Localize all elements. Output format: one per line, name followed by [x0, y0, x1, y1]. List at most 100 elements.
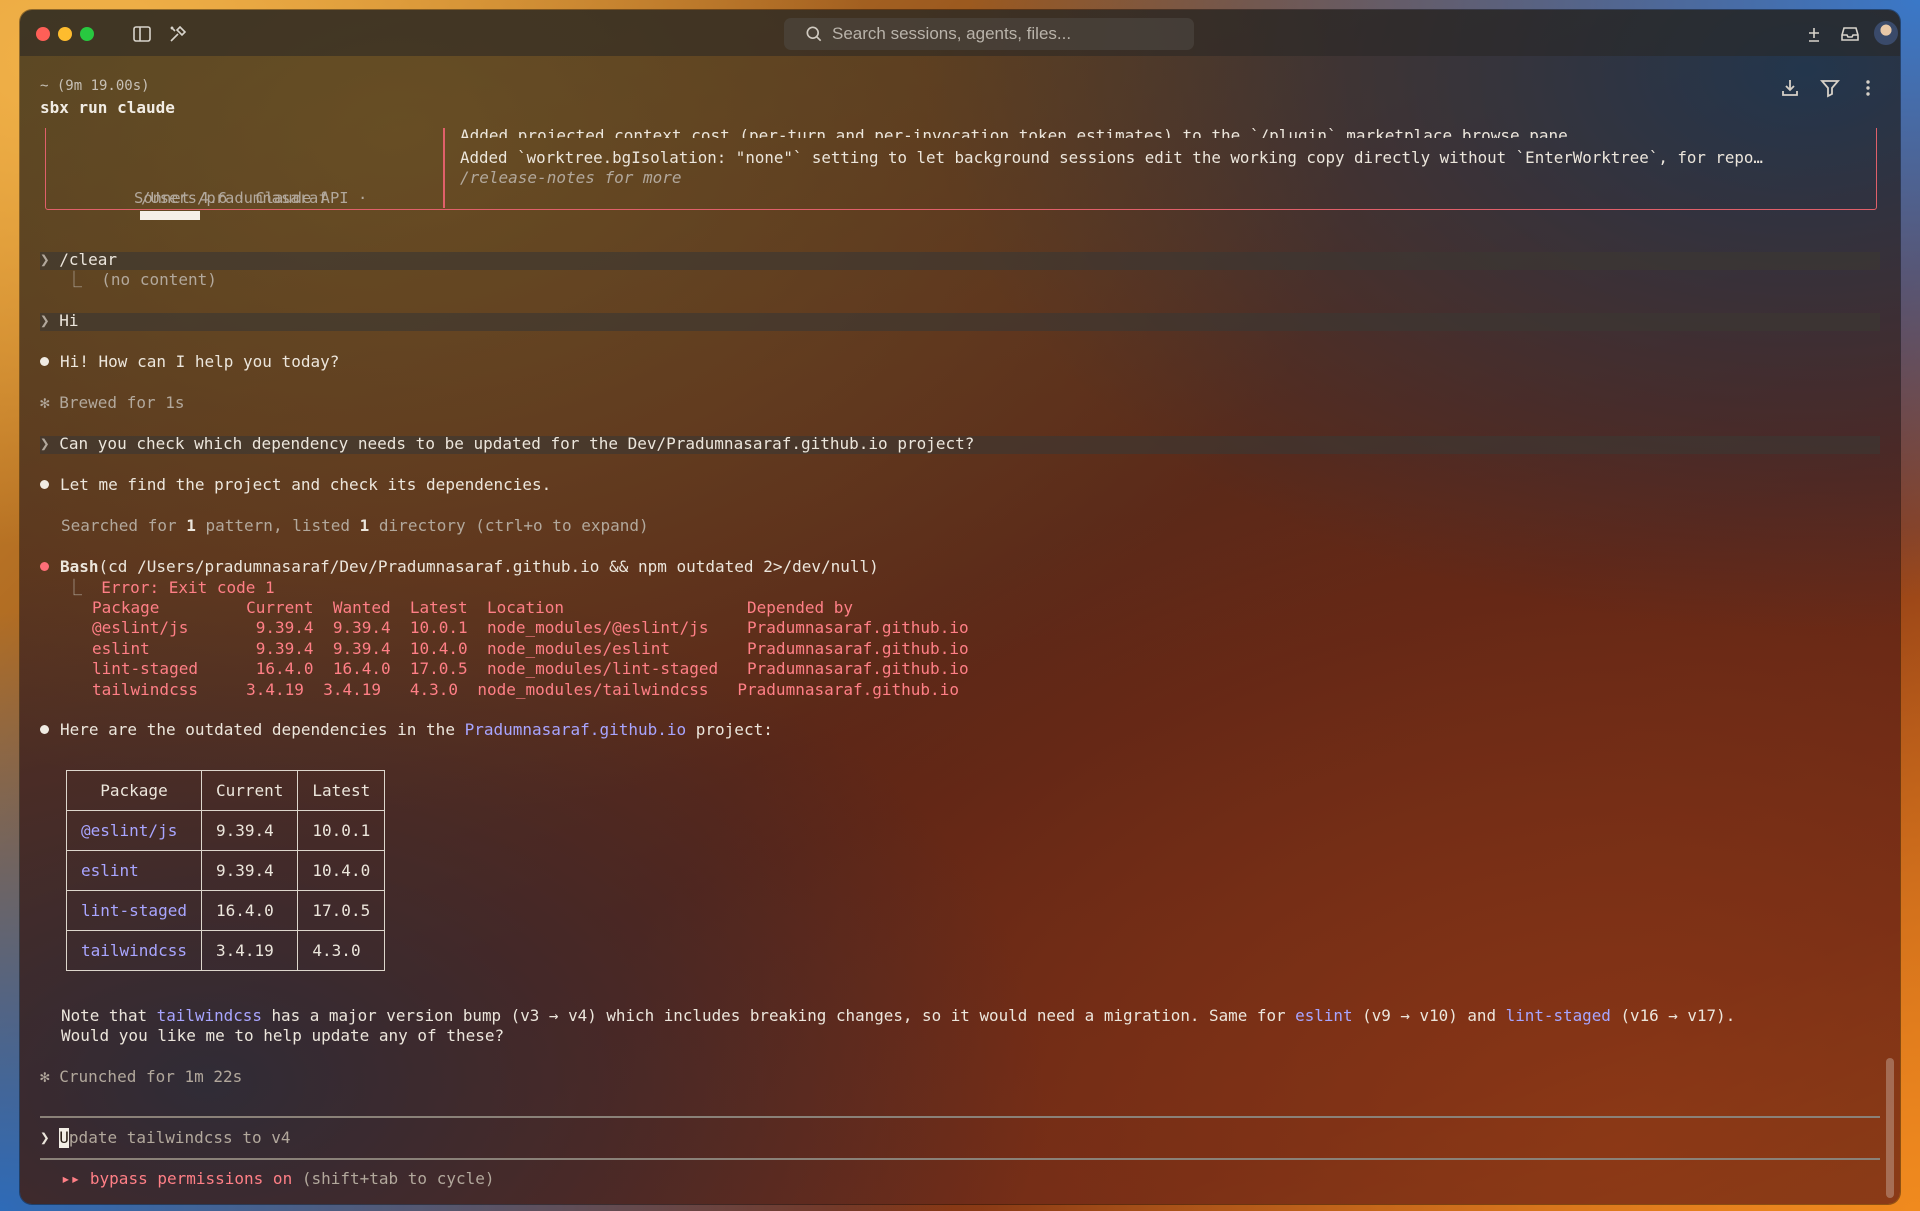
input-text: pdate tailwindcss to v4 — [68, 1128, 291, 1147]
mode-hint: (shift+tab to cycle) — [292, 1169, 495, 1188]
column-header: Current — [200, 770, 299, 811]
minimize-window-button[interactable] — [58, 27, 72, 41]
sidebar-toggle-icon[interactable] — [130, 22, 154, 46]
search-placeholder: Search sessions, agents, files... — [832, 24, 1072, 43]
latest-version-cell: 10.4.0 — [297, 850, 386, 891]
package-cell: tailwindcss — [66, 930, 202, 971]
assistant-message: Let me find the project and check its de… — [40, 475, 551, 495]
search-icon — [806, 26, 822, 42]
current-version-cell: 3.4.19 — [200, 930, 299, 971]
note-text: Note that — [61, 1006, 157, 1025]
release-note-worktree: Added `worktree.bgIsolation: "none"` set… — [460, 148, 1763, 167]
redacted-text — [140, 211, 200, 220]
table-row: @eslint/js 9.39.4 10.0.1 — [66, 810, 386, 851]
note-text: has a major version bump (v3 → v4) which… — [261, 1006, 1296, 1025]
close-window-button[interactable] — [36, 27, 50, 41]
user-prompt-bar — [40, 313, 1880, 331]
more-menu-icon[interactable] — [1856, 76, 1880, 100]
bullet-icon — [40, 725, 49, 734]
npm-output-row: lint-staged 16.4.0 16.4.0 17.0.5 node_mo… — [92, 659, 969, 678]
column-header: Latest — [297, 770, 386, 811]
migration-note: Note that tailwindcss has a major versio… — [61, 1006, 1735, 1026]
user-prompt-bar — [40, 252, 1880, 270]
table-header-row: Package Current Latest — [66, 770, 386, 811]
followup-question: Would you like me to help update any of … — [61, 1026, 505, 1045]
summary-part: Searched for — [61, 516, 187, 535]
scrollbar[interactable] — [1886, 1058, 1894, 1198]
latest-version-cell: 10.0.1 — [297, 810, 386, 851]
note-text: (v9 → v10) and — [1352, 1006, 1506, 1025]
current-version-cell: 9.39.4 — [200, 810, 299, 851]
table-row: lint-staged 16.4.0 17.0.5 — [66, 890, 386, 931]
filter-icon[interactable] — [1818, 76, 1842, 100]
package-link[interactable]: eslint — [1295, 1006, 1352, 1025]
assistant-text: Here are the outdated dependencies in th… — [60, 720, 465, 739]
prompt-result-text: (no content) — [101, 270, 217, 289]
title-bar: Search sessions, agents, files... — [20, 10, 1900, 56]
package-link[interactable]: tailwindcss — [157, 1006, 262, 1025]
session-path: ~ (9m 19.00s) — [40, 78, 150, 94]
bash-tool-call[interactable]: Bash(cd /Users/pradumnasaraf/Dev/Pradumn… — [40, 557, 879, 577]
app-window: Search sessions, agents, files... ~ (9m … — [20, 10, 1900, 1204]
table-row: tailwindcss 3.4.19 4.3.0 — [66, 930, 386, 971]
assistant-message: Here are the outdated dependencies in th… — [40, 720, 773, 740]
tool-name: Bash — [60, 557, 99, 576]
package-cell: eslint — [66, 850, 202, 891]
prompt-text: Hi — [59, 311, 79, 330]
pattern-count: 1 — [186, 516, 196, 535]
user-prompt: ❯ Can you check which dependency needs t… — [40, 434, 975, 453]
release-notes-link[interactable]: /release-notes for more — [460, 168, 682, 188]
working-directory: /Users/pradumnasaraf — [141, 189, 328, 207]
session-command: sbx run claude — [40, 98, 175, 117]
user-prompt: ❯ Hi — [40, 311, 79, 330]
npm-output-header: Package Current Wanted Latest Location D… — [92, 598, 853, 617]
download-icon[interactable] — [1778, 76, 1802, 100]
npm-output-row: eslint 9.39.4 9.39.4 10.4.0 node_modules… — [92, 639, 969, 658]
assistant-text: Let me find the project and check its de… — [60, 475, 552, 494]
release-note-truncated: Added projected context cost (per-turn a… — [460, 128, 1568, 138]
error-text: Error: Exit code 1 — [101, 578, 275, 597]
prompt-input[interactable]: ❯ Update tailwindcss to v4 — [40, 1128, 290, 1148]
note-text: (v16 → v17). — [1610, 1006, 1736, 1025]
assistant-text: project: — [686, 720, 773, 739]
package-cell: @eslint/js — [66, 810, 202, 851]
tools-icon[interactable] — [166, 22, 190, 46]
permissions-mode-indicator[interactable]: ▸▸ bypass permissions on (shift+tab to c… — [61, 1169, 495, 1189]
prompt-result: ⎿ (no content) — [66, 270, 217, 289]
tool-error: ⎿ Error: Exit code 1 — [66, 578, 275, 597]
fast-forward-icon: ▸▸ — [61, 1169, 81, 1188]
summary-part: pattern, listed — [195, 516, 360, 535]
project-link[interactable]: Pradumnasaraf.github.io — [465, 720, 687, 739]
current-version-cell: 16.4.0 — [200, 890, 299, 931]
column-header: Package — [66, 770, 202, 811]
bullet-icon — [40, 357, 49, 366]
npm-output-row: @eslint/js 9.39.4 9.39.4 10.0.1 node_mod… — [92, 618, 969, 637]
input-divider-top — [40, 1116, 1880, 1118]
current-version-cell: 9.39.4 — [200, 850, 299, 891]
status-line: ✻ Crunched for 1m 22s — [40, 1067, 243, 1086]
assistant-text: Hi! How can I help you today? — [60, 352, 340, 371]
error-bullet-icon — [40, 562, 49, 571]
dependencies-table: Package Current Latest @eslint/js 9.39.4… — [66, 770, 386, 971]
prompt-text: Can you check which dependency needs to … — [59, 434, 975, 453]
package-link[interactable]: lint-staged — [1506, 1006, 1611, 1025]
prompt-text: /clear — [59, 250, 118, 269]
add-icon[interactable] — [1802, 22, 1826, 46]
inbox-icon[interactable] — [1838, 22, 1862, 46]
welcome-box-divider — [443, 128, 445, 208]
assistant-message: Hi! How can I help you today? — [40, 352, 339, 372]
status-text: Crunched for 1m 22s — [59, 1067, 243, 1086]
latest-version-cell: 17.0.5 — [297, 890, 386, 931]
zoom-window-button[interactable] — [80, 27, 94, 41]
directory-count: 1 — [359, 516, 370, 535]
prompt-symbol: ❯ — [40, 1128, 50, 1147]
tool-summary[interactable]: Searched for 1 pattern, listed 1 directo… — [61, 516, 649, 536]
latest-version-cell: 4.3.0 — [297, 930, 386, 971]
avatar[interactable] — [1874, 21, 1898, 45]
tool-command: (cd /Users/pradumnasaraf/Dev/Pradumnasar… — [98, 557, 879, 576]
search-input[interactable]: Search sessions, agents, files... — [784, 18, 1194, 50]
bullet-icon — [40, 480, 49, 489]
status-text: Brewed for 1s — [59, 393, 185, 412]
summary-part: directory (ctrl+o to expand) — [369, 516, 649, 535]
user-prompt: ❯ /clear — [40, 250, 118, 269]
